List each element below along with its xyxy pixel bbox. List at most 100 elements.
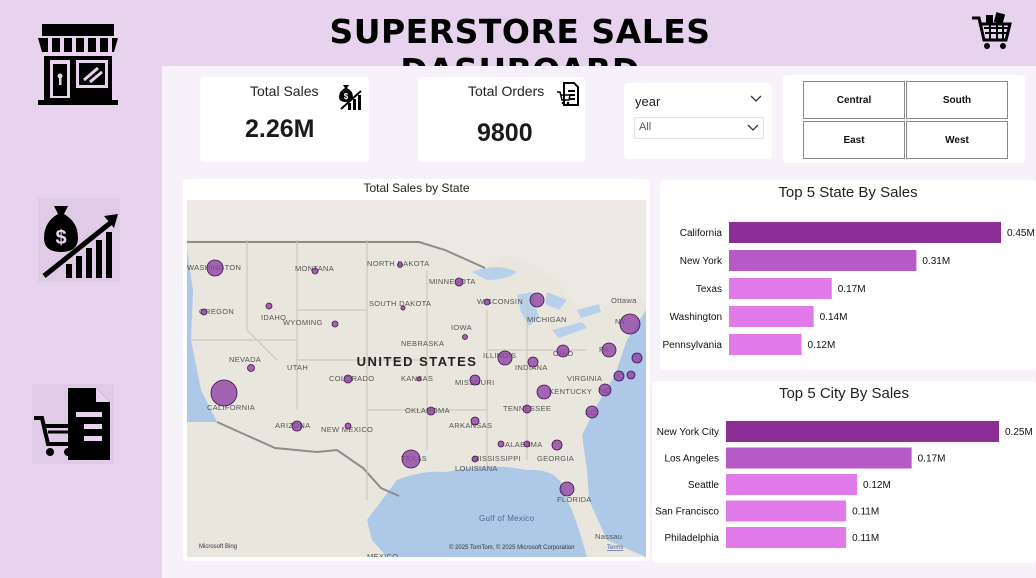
svg-text:$: $ — [55, 227, 66, 249]
money-bag-growth-icon: $ — [38, 198, 120, 282]
map-bubble-32[interactable] — [497, 440, 505, 448]
map-label-35: Gulf of Mexico — [479, 514, 535, 523]
bar-value-label: 0.17M — [918, 454, 946, 465]
svg-text:$: $ — [344, 92, 349, 101]
map-bubble-11[interactable] — [619, 313, 641, 335]
top-cities-title: Top 5 City By Sales — [778, 385, 910, 402]
map-bubble-13[interactable] — [497, 350, 513, 366]
map-bubble-2[interactable] — [397, 262, 403, 268]
dropdown-chevron-icon[interactable] — [747, 124, 759, 132]
map-bubble-24[interactable] — [598, 383, 612, 397]
map-bubble-16[interactable] — [631, 352, 643, 364]
map-label-3: MINNESOTA — [429, 277, 476, 286]
total-orders-value: 9800 — [477, 119, 533, 147]
region-button-west[interactable]: West — [906, 121, 1008, 159]
map-bubble-1[interactable] — [311, 267, 319, 275]
map-label-28: ARKANSAS — [449, 421, 492, 430]
map-bubble-12[interactable] — [601, 342, 617, 358]
bar-washington[interactable] — [729, 306, 814, 327]
map-bubble-30[interactable] — [291, 420, 303, 432]
year-dropdown[interactable]: All — [634, 117, 764, 139]
map-bubble-15[interactable] — [556, 344, 570, 358]
map-card: Total Sales by State UNITED STATES WASHI… — [183, 179, 650, 561]
map-label-33: LOUISIANA — [455, 464, 498, 473]
map-bubble-33[interactable] — [523, 440, 531, 448]
bar-value-label: 0.12M — [863, 480, 891, 491]
map-bubble-27[interactable] — [426, 406, 436, 416]
map-bubble-7[interactable] — [400, 305, 406, 311]
map-terms-link[interactable]: Terms — [607, 545, 623, 551]
total-orders-card: Total Orders 9800 — [418, 77, 585, 162]
map-bubble-18[interactable] — [613, 370, 625, 382]
map-bubble-10[interactable] — [462, 334, 468, 340]
bar-category-label: Seattle — [688, 480, 720, 491]
order-document-icon — [557, 82, 579, 106]
map-bubble-19[interactable] — [247, 364, 255, 372]
map-bubble-5[interactable] — [200, 308, 208, 316]
map-bubble-29[interactable] — [470, 416, 480, 426]
us-sales-map[interactable]: UNITED STATES WASHINGTONMONTANANORTH DAK… — [187, 200, 646, 557]
map-bubble-22[interactable] — [469, 374, 481, 386]
bar-category-label: California — [680, 228, 723, 239]
bar-los-angeles[interactable] — [726, 447, 912, 469]
chevron-down-icon[interactable] — [750, 95, 762, 103]
map-bubble-8[interactable] — [483, 298, 491, 306]
bar-texas[interactable] — [729, 278, 832, 299]
total-sales-label: Total Sales — [250, 83, 319, 99]
map-bubble-3[interactable] — [454, 277, 464, 287]
bar-philadelphia[interactable] — [726, 527, 847, 548]
bar-value-label: 0.25M — [1005, 427, 1033, 438]
bar-category-label: Philadelphia — [665, 533, 720, 544]
map-label-8: MICHIGAN — [527, 315, 567, 324]
bar-california[interactable] — [729, 222, 1001, 243]
map-bubble-0[interactable] — [206, 259, 224, 277]
map-bubble-20[interactable] — [343, 374, 353, 384]
map-bubble-23[interactable] — [536, 384, 552, 400]
bar-value-label: 0.12M — [808, 340, 836, 351]
bar-new-york[interactable] — [729, 250, 917, 271]
bar-category-label: New York City — [657, 427, 719, 438]
map-bubble-37[interactable] — [559, 481, 575, 497]
map-label-22: VIRGINIA — [567, 374, 602, 383]
shopping-cart-icon — [972, 12, 1012, 49]
map-bubble-34[interactable] — [551, 439, 563, 451]
bar-category-label: Los Angeles — [665, 454, 720, 465]
bar-seattle[interactable] — [726, 474, 858, 495]
map-title: Total Sales by State — [363, 181, 470, 195]
bar-san-francisco[interactable] — [726, 500, 847, 522]
bar-category-label: New York — [680, 256, 723, 267]
year-dropdown-value: All — [639, 121, 652, 133]
map-bubble-31[interactable] — [344, 422, 352, 430]
top-states-chart: California 0.45M New York 0.31M Texas 0.17M Wa… — [663, 222, 1035, 355]
region-button-east[interactable]: East — [803, 121, 905, 159]
map-bubble-4[interactable] — [265, 302, 273, 310]
bar-new-york-city[interactable] — [726, 421, 999, 442]
year-slicer-label: year — [635, 94, 661, 109]
map-label-21: KENTUCKY — [549, 387, 592, 396]
region-button-central[interactable]: Central — [803, 81, 905, 119]
bar-value-label: 0.14M — [820, 312, 848, 323]
bar-value-label: 0.31M — [922, 256, 950, 267]
map-bubble-21[interactable] — [416, 376, 422, 382]
map-bubble-35[interactable] — [401, 449, 421, 469]
map-bubble-25[interactable] — [585, 405, 599, 419]
bar-value-label: 0.11M — [852, 533, 879, 544]
bar-pennsylvania[interactable] — [729, 334, 802, 355]
year-slicer[interactable]: year All — [624, 83, 772, 159]
map-bubble-17[interactable] — [626, 370, 636, 380]
map-label-12: NEVADA — [229, 355, 261, 364]
region-button-south[interactable]: South — [906, 81, 1008, 119]
map-bubble-14[interactable] — [527, 356, 539, 368]
top-states-title: Top 5 State By Sales — [778, 184, 918, 201]
map-bubble-28[interactable] — [522, 404, 532, 414]
map-label-30: GEORGIA — [537, 454, 574, 463]
bar-value-label: 0.11M — [852, 507, 879, 518]
map-bubble-26[interactable] — [210, 379, 238, 407]
map-bubble-36[interactable] — [471, 455, 479, 463]
map-bubble-9[interactable] — [529, 292, 545, 308]
map-label-38: MEXICO — [367, 552, 398, 557]
map-bubble-6[interactable] — [331, 320, 339, 328]
map-label-6: SOUTH DAKOTA — [369, 299, 431, 308]
money-growth-icon: $ — [339, 85, 362, 110]
top-cities-card: Top 5 City By Sales New York City 0.25M Lo… — [652, 381, 1036, 563]
